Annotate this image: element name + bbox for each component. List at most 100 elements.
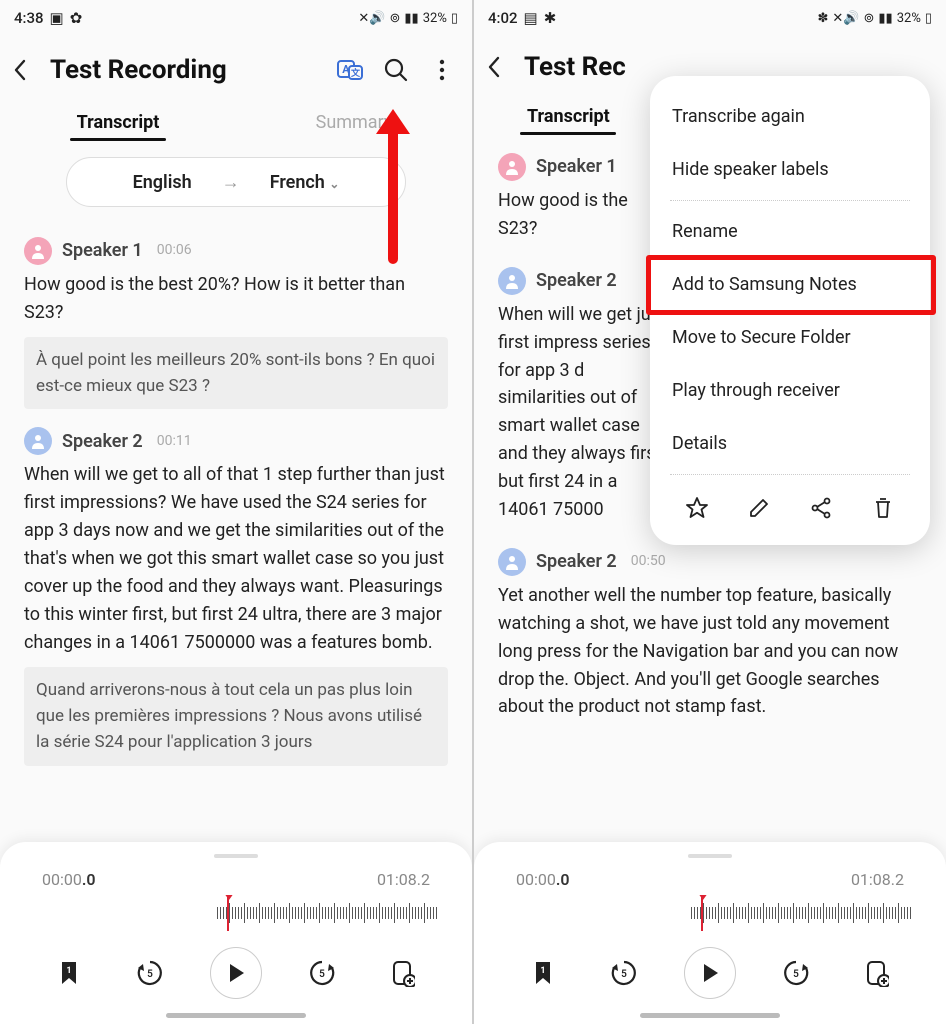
menu-divider [670,200,910,201]
waveform[interactable] [474,895,946,931]
forward-5-button[interactable]: 5 [300,951,344,995]
transcript-content: Speaker 1 00:06 How good is the best 20%… [0,221,472,842]
menu-details[interactable]: Details [650,417,930,470]
language-selector[interactable]: English → French ⌄ [66,157,406,207]
gallery-icon: ▣ [50,9,64,27]
page-title: Test Recording [50,55,227,85]
svg-text:5: 5 [319,969,325,980]
time-total: 01:08.2 [377,870,430,889]
tabs: Transcript Summary [0,96,472,143]
search-icon[interactable] [378,52,414,88]
tab-transcript[interactable]: Transcript [0,102,236,143]
signal-icon: ▮▮ [404,11,418,26]
menu-item-label: Add to Samsung Notes [672,274,857,295]
avatar [498,153,526,181]
wifi-icon: ⊚ [389,11,400,26]
avatar [24,427,52,455]
menu-rename[interactable]: Rename [650,205,930,258]
vibrate-icon: ✕🔊 [358,11,385,26]
player-panel: 00:00.0 01:08.2 1 5 [474,842,946,1024]
playhead[interactable] [227,895,229,931]
svg-text:1: 1 [540,966,545,976]
delete-icon[interactable] [866,491,900,525]
status-bar: 4:02 ▤ ✱ ✽ ✕🔊 ⊚ ▮▮ 32% ▯ [474,0,946,32]
utterance-text[interactable]: When will we get to all of that 1 step f… [24,461,448,656]
lang-to: French ⌄ [270,172,340,193]
translation-text: À quel point les meilleurs 20% sont-ils … [24,337,448,410]
battery-percent: 32% [897,11,921,26]
utterance-text[interactable]: Yet another well the number top feature,… [498,582,922,721]
arrow-right-icon: → [222,172,240,193]
drag-handle[interactable] [688,854,732,858]
accessibility-icon: ✱ [544,9,557,27]
svg-text:5: 5 [793,969,799,980]
speaker-name: Speaker 2 [536,548,617,576]
app-header: Test Recording A文 [0,32,472,96]
vibrate-icon: ✕🔊 [832,11,859,26]
timestamp: 00:11 [157,431,192,453]
time-total: 01:08.2 [851,870,904,889]
status-bar: 4:38 ▣ ✿ ✕🔊 ⊚ ▮▮ 32% ▯ [0,0,472,32]
utterance-text[interactable]: When will we get just first impress seri… [498,301,668,524]
phone-right: 4:02 ▤ ✱ ✽ ✕🔊 ⊚ ▮▮ 32% ▯ Test Rec Transc… [474,0,946,1024]
avatar [498,548,526,576]
svg-text:1: 1 [66,966,71,976]
menu-add-samsung-notes[interactable]: Add to Samsung Notes [650,258,930,311]
battery-icon: ▯ [451,11,458,26]
bookmark-button[interactable]: 1 [521,951,565,995]
translation-text: Quand arriverons-nous à tout cela un pas… [24,667,448,766]
speaker-row: Speaker 2 00:50 [498,548,922,576]
status-time: 4:38 [14,9,44,27]
translate-icon[interactable]: A文 [332,52,368,88]
drag-handle[interactable] [214,854,258,858]
favorite-icon[interactable] [680,491,714,525]
battery-percent: 32% [423,11,447,26]
player-panel: 00:00.0 01:08.2 1 5 [0,842,472,1024]
svg-text:5: 5 [622,969,628,980]
time-current: 00:00.0 [516,870,570,889]
timestamp: 00:50 [631,551,666,573]
menu-divider [670,474,910,475]
forward-5-button[interactable]: 5 [774,951,818,995]
back-button[interactable] [12,58,40,82]
lang-from: English [133,172,192,193]
speaker-row: Speaker 1 00:06 [24,237,448,265]
signal-icon: ▮▮ [878,11,892,26]
home-indicator[interactable] [640,1013,780,1018]
edit-icon[interactable] [742,491,776,525]
speaker-name: Speaker 2 [62,428,143,456]
tab-summary[interactable]: Summary [236,102,472,143]
menu-hide-speaker-labels[interactable]: Hide speaker labels [650,143,930,196]
rewind-5-button[interactable]: 5 [602,951,646,995]
speaker-name: Speaker 1 [536,153,617,181]
avatar [24,237,52,265]
svg-text:文: 文 [350,67,361,79]
add-clip-button[interactable] [381,951,425,995]
play-button[interactable] [210,947,262,999]
avatar [498,267,526,295]
time-current: 00:00.0 [42,870,96,889]
page-title: Test Rec [524,52,626,82]
more-icon[interactable] [424,52,460,88]
back-button[interactable] [486,55,514,79]
playhead[interactable] [701,895,703,931]
play-button[interactable] [684,947,736,999]
waveform[interactable] [0,895,472,931]
svg-text:5: 5 [148,969,154,980]
utterance-text[interactable]: How good is the best 20%? How is it bett… [24,271,448,327]
bookmark-button[interactable]: 1 [47,951,91,995]
add-clip-button[interactable] [855,951,899,995]
rewind-5-button[interactable]: 5 [128,951,172,995]
speaker-row: Speaker 2 00:11 [24,427,448,455]
tab-transcript[interactable]: Transcript [474,96,663,137]
home-indicator[interactable] [166,1013,306,1018]
utterance-text[interactable]: How good is the S23? [498,187,668,243]
wifi-icon: ⊚ [863,11,874,26]
share-icon[interactable] [804,491,838,525]
speaker-name: Speaker 1 [62,237,143,265]
menu-move-secure-folder[interactable]: Move to Secure Folder [650,311,930,364]
card-icon: ▤ [524,9,538,27]
menu-play-through-receiver[interactable]: Play through receiver [650,364,930,417]
menu-transcribe-again[interactable]: Transcribe again [650,90,930,143]
phone-left: 4:38 ▣ ✿ ✕🔊 ⊚ ▮▮ 32% ▯ Test Recording A文 [0,0,472,1024]
